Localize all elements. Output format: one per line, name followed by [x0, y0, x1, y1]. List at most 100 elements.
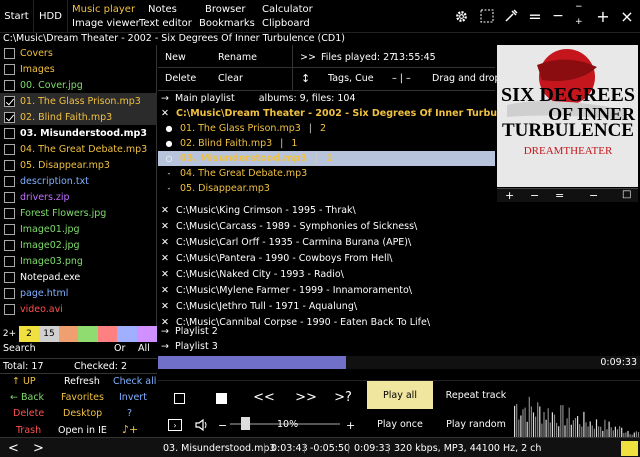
file-row[interactable]: 01. The Glass Prison.mp3	[0, 93, 157, 109]
rename-button[interactable]: Rename	[218, 52, 257, 63]
delete-button[interactable]: Delete	[13, 408, 44, 419]
filter-chip[interactable]	[117, 326, 137, 342]
delete-playlist-button[interactable]: Delete	[165, 73, 196, 84]
file-checkbox[interactable]	[4, 127, 15, 139]
volume-down-button[interactable]: −	[218, 419, 227, 432]
next-button[interactable]: >>	[294, 387, 318, 407]
playlist-album[interactable]: ✕ C:\Music\Carl Orff - 1935 - Carmina Bur…	[161, 235, 631, 250]
playlist-album[interactable]: ✕ C:\Music\Mylene Farmer - 1999 - Innamor…	[161, 283, 631, 298]
menu-notes[interactable]: Notes	[148, 4, 177, 15]
file-row[interactable]: 04. The Great Debate.mp3	[0, 141, 157, 157]
win-plus-small[interactable]: +	[575, 17, 583, 27]
stop-button[interactable]	[170, 389, 188, 407]
file-row[interactable]: video.avi	[0, 301, 157, 317]
file-checkbox[interactable]	[4, 95, 15, 107]
repeat-track-button[interactable]: Repeat track	[440, 381, 512, 409]
playlist-album[interactable]: ✕ C:\Music\Pantera - 1990 - Cowboys From …	[161, 251, 631, 266]
volume-up-button[interactable]: +	[346, 419, 355, 432]
playlist-album[interactable]: ✕ C:\Music\Jethro Tull - 1971 - Aqualung\	[161, 299, 631, 314]
filter-chip[interactable]	[98, 326, 117, 342]
remove-album-icon[interactable]: ✕	[161, 221, 169, 232]
menu-image-viewer[interactable]: Image viewer	[72, 18, 140, 29]
menu-text-editor[interactable]: Text editor	[139, 18, 192, 29]
refresh-button[interactable]: Refresh	[64, 376, 100, 387]
filter-chip[interactable]: 2+	[0, 326, 19, 342]
file-checkbox[interactable]	[4, 175, 15, 187]
file-row[interactable]: Forest Flowers.jpg	[0, 205, 157, 221]
file-checkbox[interactable]	[4, 79, 15, 91]
tags-cue-button[interactable]: Tags, Cue	[328, 73, 374, 84]
playlist-track[interactable]: -05. Disappear.mp3	[158, 181, 495, 196]
file-row[interactable]: Notepad.exe	[0, 269, 157, 285]
menu-browser[interactable]: Browser	[205, 4, 246, 15]
volume-thumb[interactable]	[241, 417, 250, 430]
file-checkbox[interactable]	[4, 255, 15, 267]
play-all-button[interactable]: Play all	[367, 381, 433, 409]
win-minus-small[interactable]: −	[575, 2, 583, 12]
close-album-icon[interactable]: ✕	[161, 108, 169, 119]
menu-icon[interactable]: =	[524, 6, 546, 26]
filter-chip[interactable]	[78, 326, 98, 342]
speaker-icon[interactable]	[194, 417, 210, 433]
file-checkbox[interactable]	[4, 63, 15, 75]
remove-album-icon[interactable]: ✕	[161, 285, 169, 296]
trash-button[interactable]: Trash	[16, 425, 41, 436]
playlist-track[interactable]: ● 01. The Glass Prison.mp3 | 2	[158, 121, 495, 136]
open-album-row[interactable]: ✕ C:\Music\Dream Theater - 2002 - Six De…	[161, 106, 498, 121]
play-random-button[interactable]: Play random	[440, 411, 512, 438]
random-next-button[interactable]: >?	[331, 387, 355, 407]
filter-chip[interactable]: 2	[19, 326, 39, 342]
previous-button[interactable]: <<	[252, 387, 276, 407]
playlist-album[interactable]: ✕ C:\Music\Carcass - 1989 - Symphonies of…	[161, 219, 631, 234]
pause-button[interactable]	[212, 389, 230, 407]
file-row[interactable]: Image02.jpg	[0, 237, 157, 253]
file-checkbox[interactable]	[4, 271, 15, 283]
playlist-album[interactable]: ✕ C:\Music\Naked City - 1993 - Radio\	[161, 267, 631, 282]
playlist-3-row[interactable]: → Playlist 3	[161, 339, 361, 354]
file-checkbox[interactable]	[4, 303, 15, 315]
menu-calculator[interactable]: Calculator	[262, 4, 313, 15]
playlist-toggle-icon[interactable]: ›	[168, 419, 182, 431]
file-row[interactable]: page.html	[0, 285, 157, 301]
search-label[interactable]: Search	[3, 343, 36, 354]
file-row[interactable]: Images	[0, 61, 157, 77]
clear-button[interactable]: Clear	[218, 73, 243, 84]
add-to-playlist-button[interactable]: ♪+	[122, 423, 138, 436]
filter-chip[interactable]	[59, 326, 78, 342]
remove-album-icon[interactable]: ✕	[161, 253, 169, 264]
seek-bar[interactable]: 0:09:33	[158, 356, 640, 369]
playlist-track[interactable]: ○ 03. Misunderstood.mp3 | 1	[158, 151, 495, 166]
file-row[interactable]: description.txt	[0, 173, 157, 189]
select-icon[interactable]	[476, 6, 498, 26]
new-button[interactable]: New	[165, 52, 186, 63]
check-all-button[interactable]: Check all	[113, 376, 156, 387]
menu-bookmarks[interactable]: Bookmarks	[199, 18, 255, 29]
playlist-track[interactable]: ● 02. Blind Faith.mp3 | 1	[158, 136, 495, 151]
status-prev-button[interactable]: <	[8, 438, 19, 457]
desktop-button[interactable]: Desktop	[63, 408, 102, 419]
file-checkbox[interactable]	[4, 143, 15, 155]
file-row[interactable]: 02. Blind Faith.mp3	[0, 109, 157, 125]
file-row[interactable]: 05. Disappear.mp3	[0, 157, 157, 173]
file-row[interactable]: 03. Misunderstood.mp3	[0, 125, 157, 141]
file-row[interactable]: Covers	[0, 45, 157, 61]
drag-drop-button[interactable]: Drag and drop	[432, 73, 501, 84]
play-once-button[interactable]: Play once	[367, 411, 433, 438]
remove-album-icon[interactable]: ✕	[161, 269, 169, 280]
filter-chip[interactable]: 15	[39, 326, 59, 342]
file-row[interactable]: 00. Cover.jpg	[0, 77, 157, 93]
playlist-2-row[interactable]: → Playlist 2	[161, 324, 361, 339]
eyedropper-icon[interactable]	[500, 6, 522, 26]
file-checkbox[interactable]	[4, 47, 15, 59]
file-checkbox[interactable]	[4, 207, 15, 219]
file-checkbox[interactable]	[4, 159, 15, 171]
file-row[interactable]: Image03.png	[0, 253, 157, 269]
favorites-button[interactable]: Favorites	[61, 392, 104, 403]
start-button[interactable]: Start	[0, 0, 34, 33]
menu-music-player[interactable]: Music player	[72, 4, 135, 15]
hdd-button[interactable]: HDD	[34, 0, 68, 33]
help-button[interactable]: ?	[127, 408, 132, 419]
up-button[interactable]: ↑ UP	[12, 376, 36, 387]
invert-button[interactable]: Invert	[119, 392, 147, 403]
gear-icon[interactable]	[450, 6, 472, 26]
